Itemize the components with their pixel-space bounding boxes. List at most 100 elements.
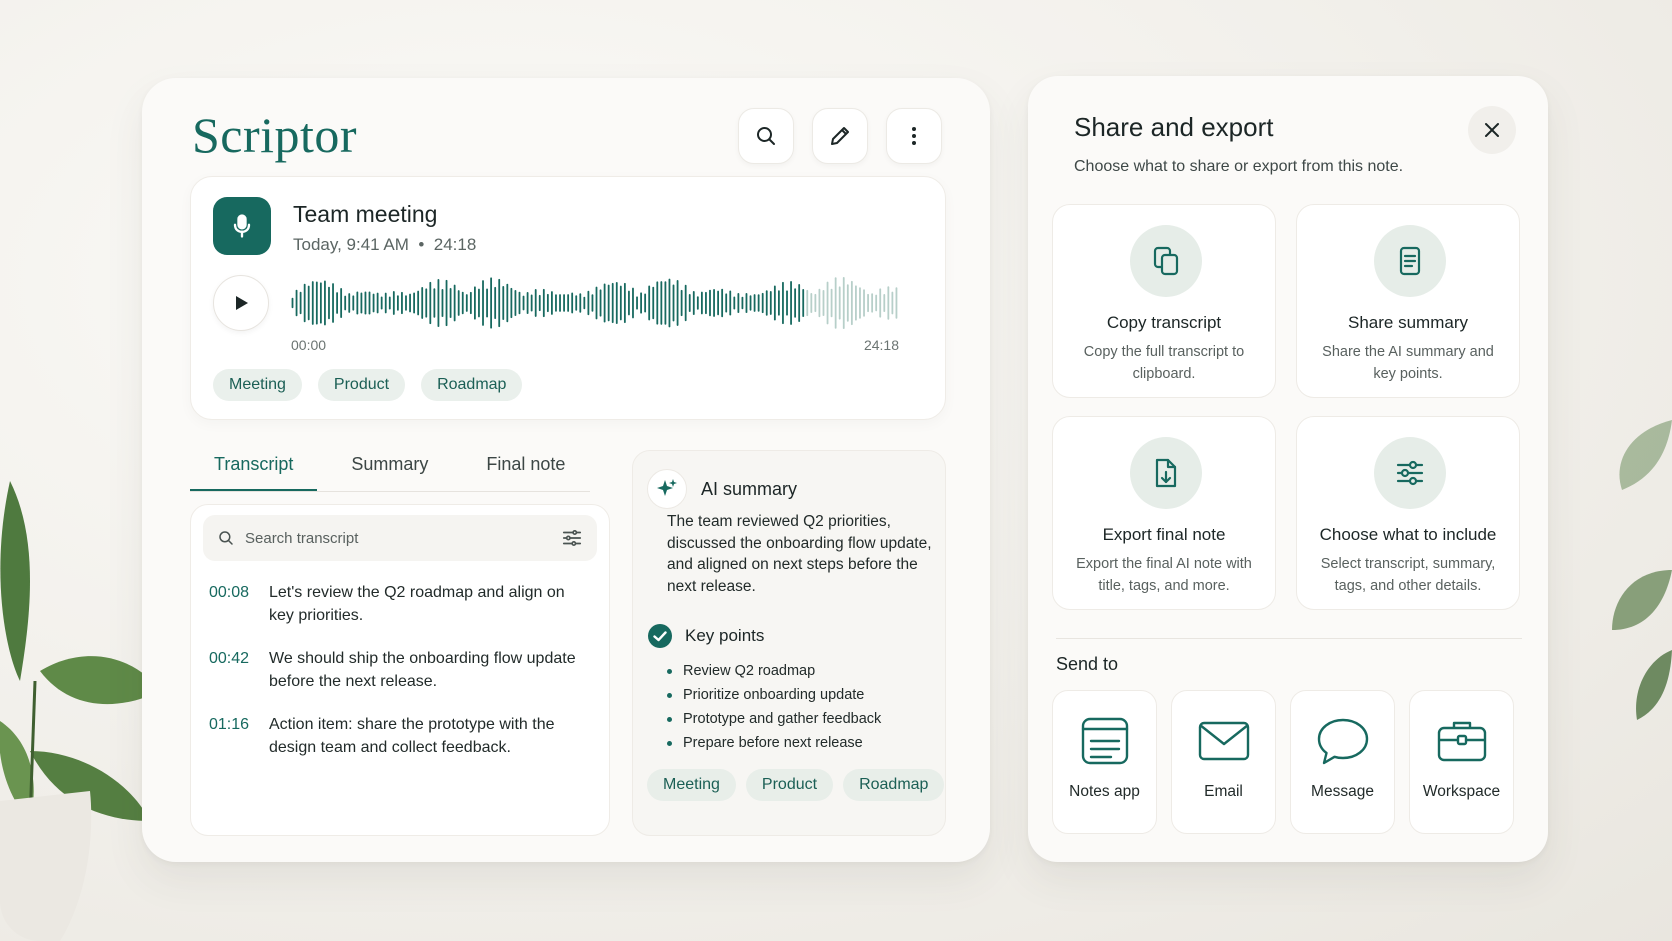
waveform-bar [392, 291, 395, 315]
tab-transcript[interactable]: Transcript [190, 448, 318, 492]
waveform-bar [421, 287, 424, 319]
waveform-bar [490, 277, 493, 329]
waveform-bar [640, 292, 642, 314]
document-icon [1399, 246, 1421, 276]
mic-tile [213, 197, 271, 255]
share-summary-option[interactable]: Share summary Share the AI summary and k… [1296, 204, 1520, 398]
tag-product[interactable]: Product [745, 769, 834, 801]
send-label-text: Workspace [1422, 783, 1501, 800]
play-button[interactable] [213, 275, 269, 331]
waveform-bar [494, 286, 497, 320]
waveform-bar [299, 291, 302, 315]
waveform-bar [433, 288, 436, 318]
tag-roadmap[interactable]: Roadmap [843, 769, 945, 801]
option-description: Copy the full transcript to clipboard. [1083, 344, 1245, 382]
waveform-bar [465, 294, 468, 312]
tag-roadmap[interactable]: Roadmap [421, 369, 523, 401]
waveform-bar [372, 293, 375, 313]
tab-final-note[interactable]: Final note [452, 448, 589, 492]
waveform-bar [474, 286, 476, 320]
waveform-bar [830, 288, 833, 318]
close-button[interactable] [1468, 106, 1516, 154]
export-final-note-option[interactable]: Export final note Export the final AI no… [1052, 416, 1276, 610]
waveform-bar [773, 285, 776, 321]
waveform-bar [571, 292, 574, 314]
waveform-bar [445, 279, 448, 327]
waveform-bar [380, 296, 383, 310]
waveform-bar [741, 296, 744, 310]
share-export-panel: Share and export Choose what to share or… [1028, 76, 1548, 862]
waveform-bar [579, 293, 582, 313]
more-options-button[interactable] [886, 108, 942, 164]
waveform-bar [664, 281, 667, 325]
ai-summary-header: AI summary [647, 469, 797, 509]
waveform-bar [656, 281, 659, 325]
send-message[interactable]: Message [1290, 690, 1395, 834]
waveform-bar [729, 290, 732, 316]
play-icon [236, 296, 248, 310]
waveform-bar [871, 293, 874, 313]
waveform-bar [607, 284, 610, 322]
waveform-bar [798, 283, 801, 323]
transcript-line[interactable]: 00:08 Let's review the Q2 roadmap and al… [209, 581, 589, 627]
line-timestamp[interactable]: 01:16 [209, 713, 269, 759]
recording-card: Team meeting Today, 9:41 AM • 24:18 00:0… [190, 176, 946, 420]
audio-waveform[interactable] [291, 273, 899, 333]
waveform-bar [757, 294, 760, 312]
send-label-text: Message [1311, 783, 1374, 800]
transcript-line[interactable]: 01:16 Action item: share the prototype w… [209, 713, 589, 759]
copy-transcript-option[interactable]: Copy transcript Copy the full transcript… [1052, 204, 1276, 398]
waveform-bar [551, 291, 553, 315]
waveform-bar [449, 287, 452, 319]
waveform-bar [534, 289, 537, 317]
waveform-bar [672, 284, 675, 322]
summary-tag-list: Meeting Product Roadmap [647, 769, 945, 801]
waveform-bar [822, 289, 825, 317]
waveform-bar [567, 294, 570, 312]
transcript-line[interactable]: 00:42 We should ship the onboarding flow… [209, 647, 589, 693]
waveform-bar [749, 295, 752, 311]
waveform-bar [644, 293, 647, 313]
option-icon-circle [1130, 437, 1202, 509]
time-start: 00:00 [291, 337, 327, 353]
waveform-bar [842, 277, 845, 329]
transcript-search[interactable]: Search transcript [203, 515, 597, 561]
tab-bar: Transcript Summary Final note [190, 448, 590, 492]
waveform-bar [526, 291, 529, 315]
send-divider [1056, 638, 1522, 639]
filter-icon[interactable] [561, 527, 583, 549]
waveform-bar [575, 295, 578, 311]
tag-meeting[interactable]: Meeting [213, 369, 302, 401]
send-notes-app[interactable]: Notes app [1052, 690, 1157, 834]
waveform-bar [469, 291, 472, 315]
send-label-text: Email [1204, 783, 1243, 800]
tab-summary[interactable]: Summary [317, 448, 452, 492]
waveform-bar [875, 294, 878, 312]
waveform-bar [855, 285, 857, 321]
send-workspace[interactable]: Workspace [1409, 690, 1514, 834]
tag-meeting[interactable]: Meeting [647, 769, 736, 801]
tag-product[interactable]: Product [317, 369, 406, 401]
waveform-bar [696, 296, 699, 310]
line-timestamp[interactable]: 00:42 [209, 647, 269, 693]
edit-button[interactable] [812, 108, 868, 164]
waveform-bar [648, 285, 651, 321]
waveform-bar [413, 292, 415, 314]
waveform-bar [806, 289, 809, 317]
send-to-list: Notes app Email Message Workspace [1052, 690, 1514, 834]
waveform-bar [396, 295, 399, 311]
waveform-bar [603, 283, 606, 323]
line-timestamp[interactable]: 00:08 [209, 581, 269, 627]
choose-content-option[interactable]: Choose what to include Select transcript… [1296, 416, 1520, 610]
sliders-icon [1396, 460, 1424, 486]
search-button[interactable] [738, 108, 794, 164]
waveform-bar [745, 292, 748, 314]
option-description: Export the final AI note with title, tag… [1076, 556, 1252, 594]
waveform-bar [482, 280, 484, 326]
search-input[interactable]: Search transcript [245, 530, 561, 547]
chat-bubble-icon [1317, 718, 1368, 765]
waveform-bar [688, 294, 691, 312]
send-email[interactable]: Email [1171, 690, 1276, 834]
waveform-bar [563, 294, 565, 312]
waveform-bar [295, 289, 298, 317]
